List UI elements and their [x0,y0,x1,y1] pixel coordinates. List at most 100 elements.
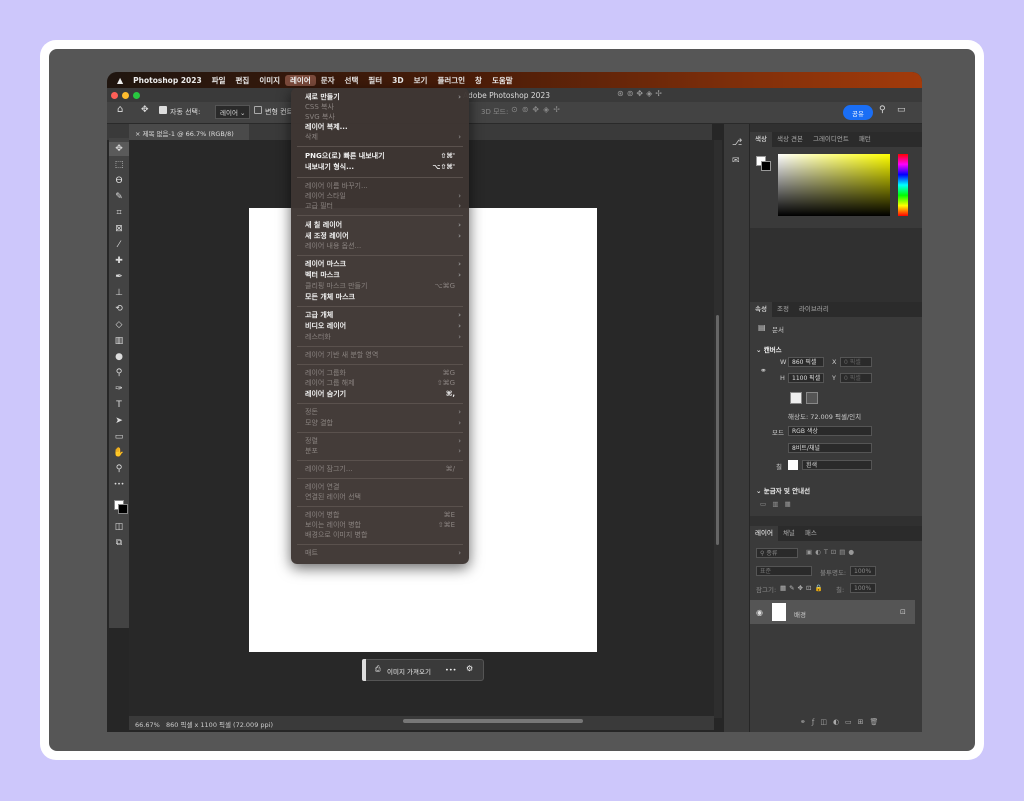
menu-image[interactable]: 이미지 [254,75,285,86]
menu-item-merge-layers[interactable]: 레이어 병합 ⌘E [305,510,455,520]
menu-item-distribute[interactable]: 분포 › [305,446,461,456]
menu-item-delete[interactable]: 삭제 › [305,132,461,142]
menu-item-duplicate-layer[interactable]: 레이어 복제... [305,122,455,132]
workspace-icon[interactable]: ▭ [897,105,906,115]
auto-select-checkbox[interactable] [159,106,167,114]
home-icon[interactable]: ⌂ [117,104,123,115]
menu-item-clipping-mask[interactable]: 클리핑 마스크 만들기 ⌥⌘G [305,281,455,291]
lock-icons[interactable]: ▦✎✥⊡🔒 [780,584,826,592]
fill-dropdown[interactable]: 흰색 [802,460,872,470]
menu-item-video-layers[interactable]: 비디오 레이어 › [305,321,461,331]
menu-item-align[interactable]: 정렬 › [305,436,461,446]
transform-controls-checkbox[interactable] [254,106,262,114]
quick-select-tool-icon[interactable]: ✎ [109,190,129,204]
menu-item-merge-visible[interactable]: 보이는 레이어 병합 ⇧⌘E [305,520,455,530]
3d-mode-icons[interactable]: ⊙⊚✥◈✢ [511,105,564,114]
path-select-tool-icon[interactable]: ➤ [109,414,129,428]
import-image-button[interactable]: 이미지 가져오기 [387,666,431,676]
zoom-tool-icon[interactable]: ⚲ [109,462,129,476]
menu-item-group-layers[interactable]: 레이어 그룹화 ⌘G [305,368,455,378]
vertical-scroll-thumb[interactable] [716,315,719,545]
mode-dropdown[interactable]: RGB 색상 [788,426,872,436]
menu-item-smart-filter[interactable]: 고급 필터 › [305,201,461,211]
eyedropper-tool-icon[interactable]: ⁄ [109,238,129,252]
taskbar-more-button[interactable]: ••• [445,666,457,674]
taskbar-settings-icon[interactable]: ⚙ [466,664,473,673]
ruler-guide-icons[interactable]: ▭ ▥ ▦ [760,500,791,508]
width-field[interactable]: 860 픽셀 [788,357,824,367]
menu-item-layer-style[interactable]: 레이어 스타일 › [305,191,461,201]
menu-item-new[interactable]: 새로 만들기 › [305,92,461,102]
tab-adjustments[interactable]: 조정 [772,302,794,317]
menu-item-arrange[interactable]: 정돈 › [305,407,461,417]
layer-name[interactable]: 배경 [794,609,806,619]
auto-select-dropdown[interactable]: 레이어 ⌄ [215,105,251,119]
menu-item-lock-layers[interactable]: 레이어 잠그기... ⌘/ [305,464,455,474]
rectangle-tool-icon[interactable]: ▭ [109,430,129,444]
screen-mode-icon[interactable]: ⧉ [109,536,129,550]
apple-icon[interactable]: ▲ [107,76,128,85]
menu-app[interactable]: Photoshop 2023 [128,76,207,85]
close-tab-icon[interactable]: × [135,130,140,138]
menu-item-new-layer-based-slice[interactable]: 레이어 기반 새 분할 영역 [305,350,455,360]
3d-controls-icon[interactable]: ⊛⊚✥◈✢ [617,89,665,98]
history-panel-icon[interactable]: ⎇ [732,138,742,148]
search-icon[interactable]: ⚲ [879,105,886,115]
crop-tool-icon[interactable]: ⌗ [109,206,129,220]
landscape-orientation-icon[interactable] [806,392,818,404]
tab-layers[interactable]: 레이어 [750,526,778,541]
x-field[interactable]: 0 픽셀 [840,357,872,367]
hue-slider[interactable] [898,154,908,216]
layer-filter-icons[interactable]: ▣◐T⊡▤● [806,548,857,556]
gradient-tool-icon[interactable]: ▥ [109,334,129,348]
tab-gradients[interactable]: 그레이디언트 [808,132,854,147]
color-field[interactable] [778,154,890,216]
layer-row-background[interactable]: ◉ 배경 ⊡ [750,600,915,624]
close-window-button[interactable] [111,91,118,99]
menu-item-link-layers[interactable]: 레이어 연결 [305,482,455,492]
marquee-tool-icon[interactable]: ⬚ [109,158,129,172]
menu-item-ungroup-layers[interactable]: 레이어 그룹 해제 ⇧⌘G [305,378,455,388]
menu-edit[interactable]: 편집 [231,75,255,86]
stamp-tool-icon[interactable]: ⊥ [109,286,129,300]
fill-color-swatch[interactable] [788,460,798,470]
horizontal-scroll-thumb[interactable] [403,719,583,723]
tab-swatches[interactable]: 색상 견본 [772,132,808,147]
frame-tool-icon[interactable]: ⊠ [109,222,129,236]
quick-mask-icon[interactable]: ◫ [109,520,129,534]
color-bg-swatch[interactable] [761,161,771,171]
background-color-swatch[interactable] [118,504,128,514]
document-tab[interactable]: × 제목 없음-1 @ 66.7% (RGB/8) [129,124,249,140]
tab-libraries[interactable]: 라이브러리 [794,302,834,317]
menu-select[interactable]: 선택 [340,75,364,86]
document-info[interactable]: 860 픽셀 x 1100 픽셀 (72.009 ppi) [166,721,273,729]
menu-item-copy-css[interactable]: CSS 복사 [305,102,455,112]
canvas-section-header[interactable]: ⌄ 캔버스 [756,344,782,354]
more-tools-icon[interactable]: ••• [109,478,129,492]
menu-item-layer-content-options[interactable]: 레이어 내용 옵션... [305,241,455,251]
menu-help[interactable]: 도움말 [487,75,518,86]
bit-depth-dropdown[interactable]: 8비트/채널 [788,443,872,453]
rulers-section-header[interactable]: ⌄ 눈금자 및 안내선 [756,485,810,495]
menu-item-matting[interactable]: 매트 › [305,548,461,558]
blur-tool-icon[interactable]: ● [109,350,129,364]
menu-filter[interactable]: 필터 [363,75,387,86]
taskbar-handle[interactable] [362,659,366,681]
menu-view[interactable]: 보기 [409,75,433,86]
tab-patterns[interactable]: 패턴 [854,132,876,147]
canvas-vertical-scrollbar[interactable] [714,140,722,718]
zoom-window-button[interactable] [133,91,140,99]
tab-paths[interactable]: 패스 [800,526,822,541]
menu-item-export-as[interactable]: 내보내기 형식... ⌥⇧⌘' [305,162,455,172]
menu-item-select-linked-layers[interactable]: 연결된 레이어 선택 [305,492,455,502]
layer-kind-filter[interactable]: ⚲ 종류 [756,548,798,558]
menu-item-hide-layers[interactable]: 레이어 숨기기 ⌘, [305,389,455,399]
height-field[interactable]: 1100 픽셀 [788,373,824,383]
type-tool-icon[interactable]: T [109,398,129,412]
menu-item-flatten-image[interactable]: 배경으로 이미지 병합 [305,530,455,540]
eraser-tool-icon[interactable]: ◇ [109,318,129,332]
zoom-level[interactable]: 66.67% [135,721,160,729]
menu-item-rasterize[interactable]: 레스터화 › [305,332,461,342]
opacity-field[interactable]: 100% [850,566,876,576]
layers-footer-icons[interactable]: ⚭ƒ◫◐▭⊞🗑 [800,718,884,726]
